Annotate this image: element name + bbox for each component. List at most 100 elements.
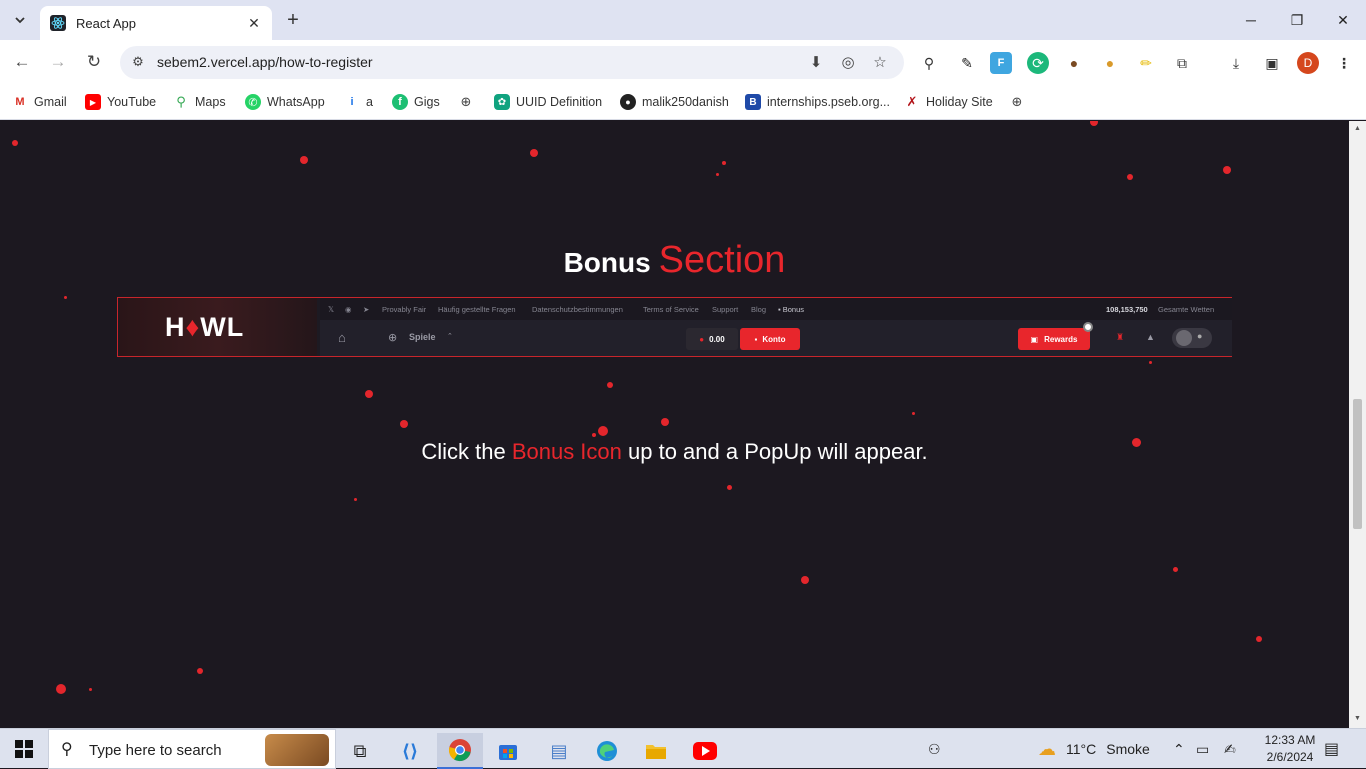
bookmark-gigs[interactable]: f Gigs [392,92,440,112]
install-app-icon[interactable]: ⬇ [806,53,826,73]
reload-button[interactable]: ↻ [82,50,106,74]
file-explorer-icon[interactable] [633,733,679,769]
extension-sync-icon[interactable]: ⟳ [1027,52,1049,74]
rewards-button: ▣ Rewards [1018,328,1090,350]
howl-header-screenshot: H♦WL 𝕏 ◉ ➤ Provably Fair Häufig gestellt… [117,297,1232,357]
coin-icon: ● [699,334,705,344]
clock-time: 12:33 AM [1264,733,1316,747]
particle-dot [598,426,608,436]
particle-dot [661,418,669,426]
bookmark-a[interactable]: i a [344,92,373,112]
particle-dot [1223,166,1231,174]
bookmark-uuid[interactable]: ✿ UUID Definition [494,92,602,112]
address-bar[interactable]: ⚙ sebem2.vercel.app/how-to-register ⬇ ◎ … [120,46,904,79]
bookmark-maps[interactable]: ⚲ Maps [173,92,225,112]
page-content: Bonus Section H♦WL 𝕏 ◉ ➤ Provably Fair Hä… [0,121,1349,728]
start-button[interactable] [0,729,48,769]
back-button[interactable]: ← [10,50,34,74]
vscode-icon[interactable]: ⟨⟩ [387,733,433,769]
downloads-icon[interactable]: ⤓ [1225,52,1247,74]
particle-dot [530,149,538,157]
banner-link: Support [712,305,739,314]
bookmark-gmail[interactable]: M Gmail [12,92,67,112]
scroll-down-arrow[interactable]: ▼ [1352,715,1363,722]
tab-close-icon[interactable]: ✕ [246,15,262,32]
bookmark-github[interactable]: ● malik250danish [620,92,729,112]
youtube-icon: ▶ [85,94,101,110]
tab-search-button[interactable] [8,8,32,32]
bookmark-youtube[interactable]: ▶ YouTube [85,92,156,112]
site-settings-icon[interactable]: ⚙ [130,54,146,70]
search-highlight-image [265,734,329,766]
minimize-button[interactable]: ─ [1228,8,1274,32]
account-button: ▪ Konto [740,328,800,350]
browser-toolbar: ← → ↻ ⚙ sebem2.vercel.app/how-to-registe… [0,40,1366,84]
fiverr-icon: f [392,94,408,110]
weather-desc: Smoke [1106,741,1150,757]
maps-icon: ⚲ [176,94,186,109]
bookmark-globe-2[interactable]: ⊕ [1009,92,1031,112]
bookmark-label: a [366,95,373,109]
system-clock[interactable]: 12:33 AM 2/6/2024 [1254,732,1326,766]
menu-kebab-icon[interactable]: ⋮ [1333,52,1355,74]
extensions-puzzle-icon[interactable]: ⧉ [1171,52,1193,74]
bookmark-label: Gmail [34,95,67,109]
scroll-thumb[interactable] [1353,399,1362,529]
forward-button[interactable]: → [46,50,70,74]
task-view-icon[interactable]: ⧉ [337,733,383,769]
profile-avatar[interactable]: D [1297,52,1319,74]
bookmark-pseb[interactable]: B internships.pseb.org... [745,92,890,112]
chrome-icon[interactable] [437,733,483,769]
store-icon[interactable] [485,733,531,769]
weather-widget[interactable]: ☁ 11°C Smoke [1038,729,1150,769]
globe-icon: ⊕ [1011,94,1023,109]
globe-icon: ⊕ [460,94,472,109]
extension-pen-icon[interactable]: ✎ [956,52,978,74]
chevron-down-icon [15,17,25,24]
youtube-app-icon[interactable] [682,733,728,769]
edge-icon[interactable] [584,733,630,769]
banner-link: Blog [751,305,767,314]
bookmark-star-icon[interactable]: ☆ [870,53,890,73]
banner-top-nav: 𝕏 ◉ ➤ Provably Fair Häufig gestellte Fra… [320,298,1232,320]
gmail-icon: M [15,96,25,108]
cookie-icon[interactable]: ● [1063,52,1085,74]
heading-word-bonus: Bonus [563,247,651,278]
caption-post: up to and a PopUp will appear. [628,439,928,464]
rewards-badge [1083,322,1093,332]
network-icon[interactable]: ▭ [1196,729,1209,769]
notifications-icon[interactable]: ▤ [1324,729,1339,769]
side-panel-icon[interactable]: ▣ [1261,52,1283,74]
bookmarks-bar: M Gmail ▶ YouTube ⚲ Maps ✆ WhatsApp i a … [0,84,1366,120]
page-scrollbar[interactable]: ▲ ▼ [1349,121,1366,728]
total-bets-label: Gesamte Wetten [1158,305,1215,314]
search-icon: ⚲ [61,741,73,758]
particle-dot [1149,361,1152,364]
scroll-up-arrow[interactable]: ▲ [1352,125,1363,132]
bookmark-whatsapp[interactable]: ✆ WhatsApp [245,92,325,112]
browser-tab[interactable]: React App ✕ [40,6,272,40]
people-icon[interactable]: ⚇ [928,729,941,769]
pc-icon[interactable]: ▤ [536,733,582,769]
taskbar-search[interactable]: ⚲ Type here to search [48,729,336,769]
restore-button[interactable]: ❐ [1274,8,1320,32]
eye-off-icon[interactable]: ◎ [838,53,858,73]
extension-f-icon[interactable]: F [990,52,1012,74]
cookie-editor-icon[interactable]: ● [1099,52,1121,74]
flame-icon: ♦ [185,312,201,342]
new-tab-button[interactable]: + [282,9,304,31]
zoom-icon[interactable]: ⚲ [918,52,940,74]
bookmark-globe-1[interactable]: ⊕ [458,92,480,112]
particle-dot [1173,567,1178,572]
caption-pre: Click the [421,439,506,464]
edge-logo [597,741,617,761]
close-window-button[interactable]: ✕ [1320,8,1366,32]
particle-dot [56,684,66,694]
particle-dot [801,576,809,584]
tray-chevron-icon[interactable]: ⌃ [1173,729,1185,769]
particle-dot [727,485,732,490]
pen-icon[interactable]: ✍ [1224,729,1236,769]
store-logo [499,745,517,760]
bookmark-holiday[interactable]: ✗ Holiday Site [904,92,993,112]
highlighter-icon[interactable]: ✏ [1135,52,1157,74]
